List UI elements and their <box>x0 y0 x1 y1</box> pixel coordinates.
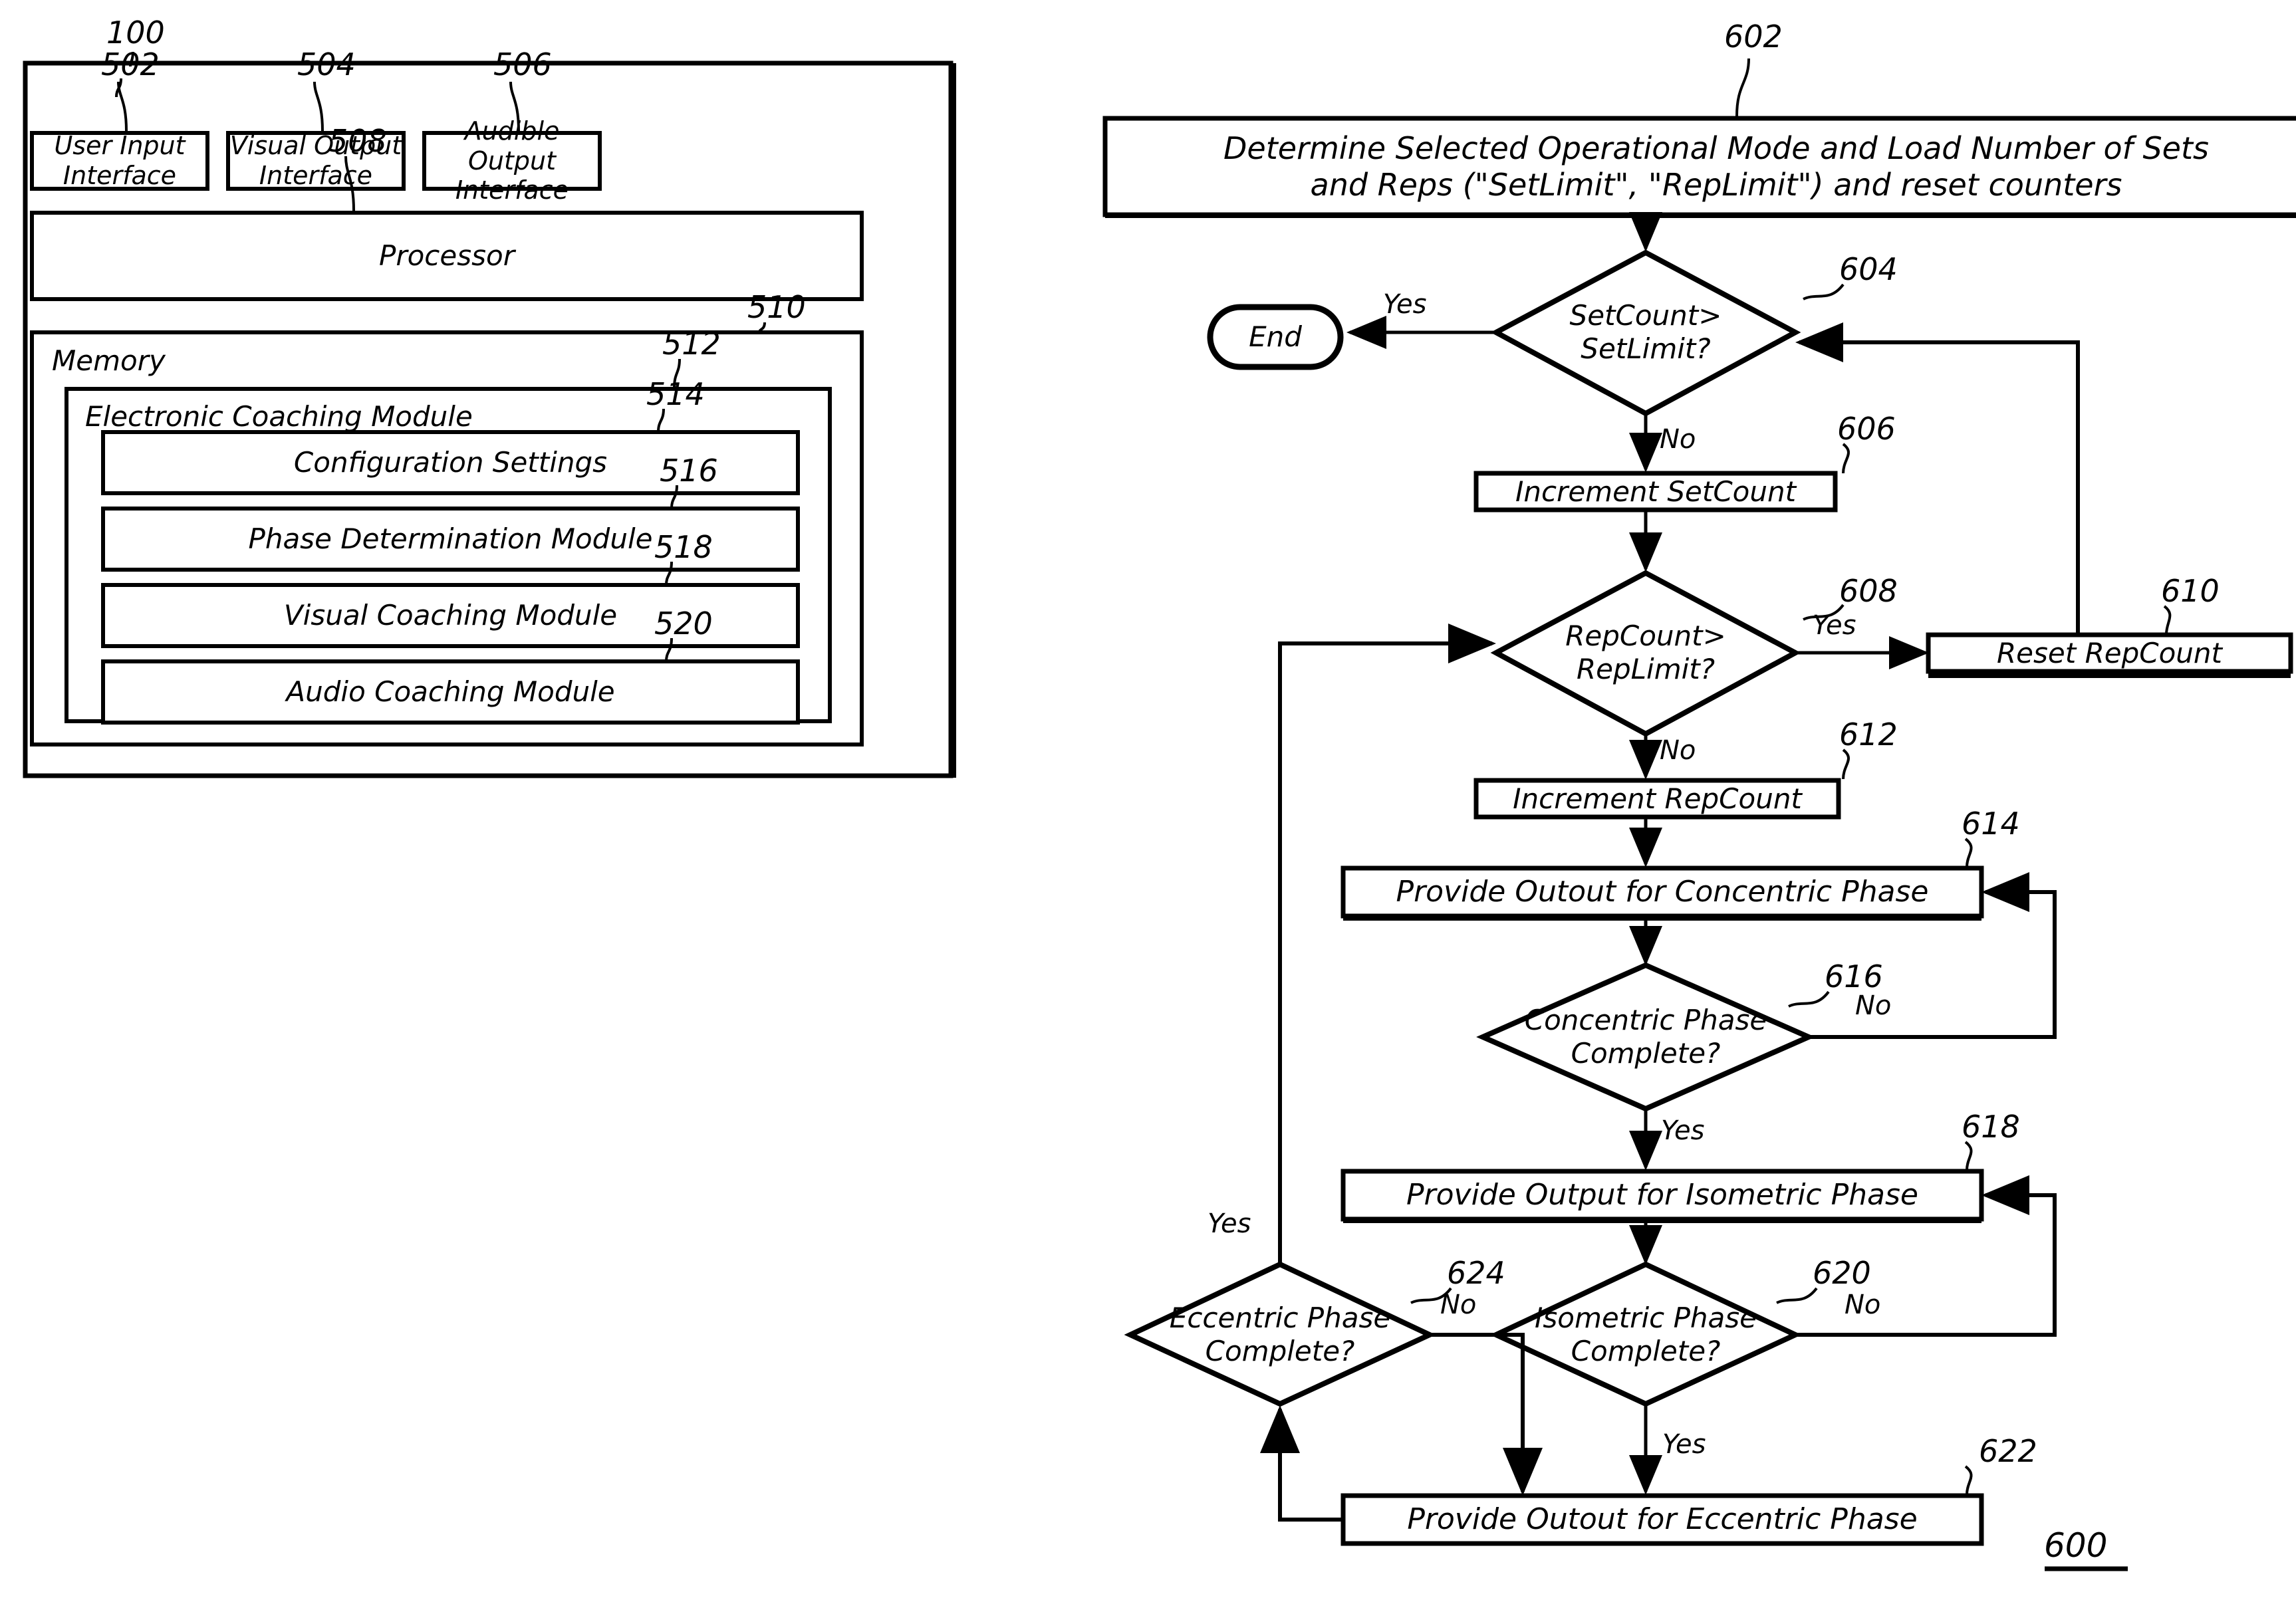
node-622-label: Provide Outout for Eccentric Phase <box>1407 1502 1918 1537</box>
node-624-eccentric-decision: Eccentric Phase Complete? <box>1147 1295 1413 1375</box>
ref-number-610: 610 <box>2161 573 2220 609</box>
node-612-label: Increment RepCount <box>1513 782 1802 815</box>
ref-number-600: 600 <box>2044 1526 2108 1565</box>
node-608-repcount-decision: RepCount> RepLimit? <box>1513 613 1779 693</box>
box-visual-output-interface: Visual Output Interface <box>228 131 404 190</box>
edge-label-616-yes: Yes <box>1661 1115 1705 1146</box>
box-visual-coaching-module-label: Visual Coaching Module <box>283 599 618 632</box>
node-620-isometric-decision: Isometric Phase Complete? <box>1513 1295 1779 1375</box>
edge-label-624-no: No <box>1440 1290 1477 1320</box>
box-audible-output-interface-label: Audible Output Interface <box>455 116 569 205</box>
node-604-setcount-decision: SetCount> SetLimit? <box>1513 292 1779 372</box>
node-608-label: RepCount> RepLimit? <box>1565 620 1726 685</box>
node-end-label: End <box>1249 320 1302 354</box>
box-user-input-interface: User Input Interface <box>32 131 207 190</box>
edge-label-608-no: No <box>1660 735 1696 766</box>
edge-label-616-no: No <box>1855 990 1892 1021</box>
node-610-label: Reset RepCount <box>1997 636 2222 669</box>
node-602-determine-mode: Determine Selected Operational Mode and … <box>1110 118 2296 215</box>
ref-number-608: 608 <box>1839 573 1898 609</box>
box-visual-output-interface-label: Visual Output Interface <box>229 131 402 190</box>
ref-number-604: 604 <box>1839 251 1898 287</box>
edge-label-620-yes: Yes <box>1662 1429 1706 1460</box>
edge-label-620-no: No <box>1845 1290 1881 1320</box>
node-618-isometric-output: Provide Output for Isometric Phase <box>1343 1171 1981 1219</box>
box-electronic-coaching-module-label: Electronic Coaching Module <box>85 400 473 433</box>
ref-number-502: 502 <box>101 47 160 82</box>
node-614-label: Provide Outout for Concentric Phase <box>1396 875 1929 909</box>
box-audible-output-interface: Audible Output Interface <box>424 116 600 205</box>
node-604-label: SetCount> SetLimit? <box>1569 299 1722 365</box>
box-processor-label: Processor <box>379 239 515 273</box>
box-memory-label: Memory <box>52 344 166 377</box>
ref-number-512: 512 <box>662 326 721 362</box>
box-configuration-settings: Configuration Settings <box>103 432 798 493</box>
node-618-label: Provide Output for Isometric Phase <box>1406 1178 1918 1212</box>
box-processor: Processor <box>32 213 862 299</box>
ref-number-616: 616 <box>1825 959 1883 994</box>
node-616-concentric-decision: Concentric Phase Complete? <box>1499 997 1792 1077</box>
node-end-terminator: End <box>1210 307 1340 367</box>
node-620-label: Isometric Phase Complete? <box>1535 1302 1757 1367</box>
node-624-label: Eccentric Phase Complete? <box>1169 1302 1391 1367</box>
box-user-input-interface-label: User Input Interface <box>54 131 186 190</box>
edge-label-604-no: No <box>1660 424 1696 455</box>
box-configuration-settings-label: Configuration Settings <box>293 446 608 479</box>
node-612-increment-repcount: Increment RepCount <box>1476 780 1839 817</box>
box-audio-coaching-module: Audio Coaching Module <box>103 661 798 723</box>
ref-number-100-label: 100 <box>106 15 165 51</box>
box-visual-coaching-module: Visual Coaching Module <box>103 585 798 646</box>
box-phase-determination-module: Phase Determination Module <box>103 509 798 570</box>
ref-number-504: 504 <box>297 47 356 82</box>
box-phase-determination-module-label: Phase Determination Module <box>248 522 653 556</box>
edge-label-604-yes: Yes <box>1383 289 1427 320</box>
ref-number-606: 606 <box>1837 411 1896 447</box>
ref-number-618: 618 <box>1962 1109 2020 1145</box>
ref-number-614: 614 <box>1962 806 2020 842</box>
patent-figure-sheet: 100 502 504 506 508 510 512 514 516 518 … <box>0 0 2296 1602</box>
node-606-increment-setcount: Increment SetCount <box>1476 473 1835 510</box>
node-602-label: Determine Selected Operational Mode and … <box>1223 130 2209 203</box>
box-audio-coaching-module-label: Audio Coaching Module <box>286 675 615 709</box>
ref-number-602: 602 <box>1724 19 1783 55</box>
ref-number-612: 612 <box>1839 717 1898 752</box>
ref-number-506: 506 <box>493 47 552 82</box>
node-606-label: Increment SetCount <box>1515 475 1797 508</box>
node-614-concentric-output: Provide Outout for Concentric Phase <box>1343 868 1981 916</box>
ref-number-620: 620 <box>1813 1255 1871 1291</box>
ref-number-622: 622 <box>1979 1433 2037 1469</box>
ref-number-624: 624 <box>1447 1255 1505 1291</box>
node-622-eccentric-output: Provide Outout for Eccentric Phase <box>1343 1496 1981 1544</box>
edge-label-608-yes: Yes <box>1813 610 1856 641</box>
node-610-reset-repcount: Reset RepCount <box>1928 635 2291 671</box>
ref-number-514: 514 <box>646 376 705 412</box>
edge-label-624-yes: Yes <box>1208 1208 1251 1239</box>
node-616-label: Concentric Phase Complete? <box>1524 1004 1767 1070</box>
